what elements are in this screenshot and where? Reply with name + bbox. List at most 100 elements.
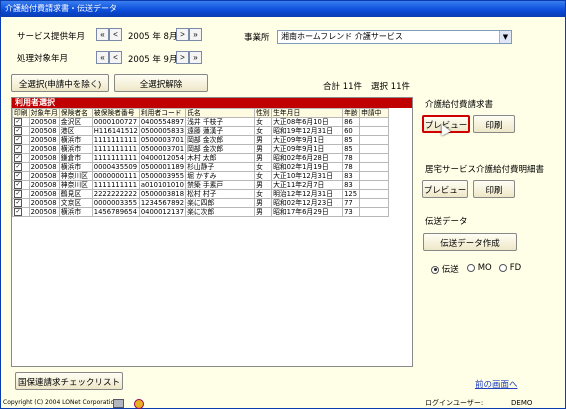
print-checkbox-cell[interactable]: ✓ (12, 198, 30, 208)
checkbox-checked-icon[interactable]: ✓ (14, 172, 22, 180)
radio-denso-icon[interactable] (431, 265, 439, 274)
denso-radio-option[interactable]: 伝送 (431, 263, 459, 275)
process-month-next-button[interactable]: > (176, 51, 189, 64)
print-checkbox-cell[interactable]: ✓ (12, 153, 30, 163)
table-row[interactable]: ✓ 200508 港区 H116141512 0500005833 遠藤 蓮漢子女昭和19… (12, 126, 390, 136)
table-cell: 60 (342, 126, 361, 136)
denso-create-button[interactable]: 伝送データ作成 (423, 233, 517, 251)
window-title: 介護給付費請求書・伝送データ (1, 1, 565, 17)
table-cell: 女 (254, 126, 273, 136)
print-checkbox-cell[interactable]: ✓ (12, 180, 30, 190)
print-checkbox-cell[interactable]: ✓ (12, 207, 30, 217)
table-cell: 200508 (28, 153, 60, 163)
table-cell: 85 (342, 135, 361, 145)
table-row[interactable]: ✓ 200508 金沢区 0000100727 0400554897 浅井 千枝子女大正0… (12, 117, 390, 127)
checkbox-checked-icon[interactable]: ✓ (14, 163, 22, 171)
table-cell: 男 (254, 207, 273, 217)
print-checkbox-cell[interactable]: ✓ (12, 162, 30, 172)
office-select[interactable]: 湘南ホームフレンド 介護サービス ▼ (277, 30, 512, 44)
table-cell: 大正11年2月7日 (271, 180, 344, 190)
col-gender: 性別 (254, 108, 273, 118)
table-cell: 女 (254, 189, 273, 199)
table-cell: 200508 (28, 135, 60, 145)
kyotaku-print-button[interactable]: 印刷 (473, 180, 515, 198)
table-row[interactable]: ✓ 200508 鶴見区 2222222222 0500003818 松村 村子女明治12… (12, 189, 390, 199)
table-row[interactable]: ✓ 200508 神奈川区 1111111111 a010101010 禁築 手素戸男大正… (12, 180, 390, 190)
table-cell: 遠藤 蓮漢子 (185, 126, 256, 136)
table-cell: 横浜市 (58, 162, 93, 172)
select-all-button[interactable]: 全選択(申請中を除く) (11, 74, 109, 92)
process-month-value: 2005 年 9月 (128, 55, 178, 65)
service-month-last-button[interactable]: » (189, 28, 202, 41)
radio-mo-icon[interactable] (467, 263, 475, 272)
service-month-first-button[interactable]: « (96, 28, 109, 41)
checkbox-checked-icon[interactable]: ✓ (14, 199, 22, 207)
table-cell: 男 (254, 180, 273, 190)
table-cell: 200508 (28, 126, 60, 136)
table-cell: 0400012137 (138, 207, 187, 217)
table-cell: 78 (342, 153, 361, 163)
table-cell: 0500003818 (138, 189, 187, 199)
table-row[interactable]: ✓ 200508 横浜市 1456789654 0400012137 楽に次郎男昭和17年… (12, 207, 390, 217)
table-cell: 1111111111 (91, 144, 140, 154)
table-cell: 松村 村子 (185, 189, 256, 199)
print-checkbox-cell[interactable]: ✓ (12, 189, 30, 199)
radio-fd-icon[interactable] (499, 263, 507, 272)
checkbox-checked-icon[interactable]: ✓ (14, 145, 22, 153)
chevron-down-icon[interactable]: ▼ (499, 31, 511, 43)
kaigo-print-button[interactable]: 印刷 (473, 115, 515, 133)
checkbox-checked-icon[interactable]: ✓ (14, 190, 22, 198)
checkbox-checked-icon[interactable]: ✓ (14, 118, 22, 126)
kyotaku-section-title: 居宅サービス介護給付費明細書 (425, 165, 545, 175)
print-checkbox-cell[interactable]: ✓ (12, 144, 30, 154)
checkbox-checked-icon[interactable]: ✓ (14, 181, 22, 189)
print-checkbox-cell[interactable]: ✓ (12, 117, 30, 127)
table-cell: 文京区 (58, 198, 93, 208)
fd-radio-option[interactable]: FD (499, 263, 521, 273)
kokuho-checklist-button[interactable]: 国保連請求チェックリスト (15, 372, 123, 390)
back-link[interactable]: 前の画面へ (475, 378, 518, 390)
process-month-prev-button[interactable]: < (109, 51, 122, 64)
table-row[interactable]: ✓ 200508 神奈川区 0000000111 0500003955 堀 かすみ女大正1… (12, 171, 390, 181)
table-cell (359, 135, 390, 145)
table-cell (359, 198, 390, 208)
table-cell: 女 (254, 117, 273, 127)
deselect-all-button[interactable]: 全選択解除 (114, 74, 208, 92)
table-row[interactable]: ✓ 200508 文京区 0000003355 1234567892 楽に四郎男昭和02年… (12, 198, 390, 208)
pencil-icon (113, 399, 124, 408)
table-cell: 明治12年12月31日 (271, 189, 344, 199)
checkbox-checked-icon[interactable]: ✓ (14, 136, 22, 144)
table-row[interactable]: ✓ 200508 横浜市 1111111111 0500003701 岡部 金次郎男大正0… (12, 144, 390, 154)
print-checkbox-cell[interactable]: ✓ (12, 126, 30, 136)
service-month-next-button[interactable]: > (176, 28, 189, 41)
checkbox-checked-icon[interactable]: ✓ (14, 154, 22, 162)
print-checkbox-cell[interactable]: ✓ (12, 171, 30, 181)
print-checkbox-cell[interactable]: ✓ (12, 135, 30, 145)
table-cell: 岡部 金次郎 (185, 135, 256, 145)
table-cell: 78 (342, 162, 361, 172)
status-icon (134, 399, 144, 409)
mo-radio-option[interactable]: MO (467, 263, 492, 273)
table-cell: 0000003355 (91, 198, 140, 208)
table-row[interactable]: ✓ 200508 横浜市 0000435509 0500001189 杉山静子女昭和02年… (12, 162, 390, 172)
table-cell: 女 (254, 162, 273, 172)
process-month-last-button[interactable]: » (189, 51, 202, 64)
main-window: 介護給付費請求書・伝送データ サービス提供年月 « < 2005 年 8月 > … (0, 0, 566, 409)
service-month-prev-button[interactable]: < (109, 28, 122, 41)
checkbox-checked-icon[interactable]: ✓ (14, 127, 22, 135)
checkbox-checked-icon[interactable]: ✓ (14, 208, 22, 216)
table-cell: 金沢区 (58, 117, 93, 127)
table-cell: 鶴見区 (58, 189, 93, 199)
table-cell: 昭和02年12月23日 (271, 198, 344, 208)
table-cell: 大正09年9月1日 (271, 135, 344, 145)
process-month-first-button[interactable]: « (96, 51, 109, 64)
table-row[interactable]: ✓ 200508 横浜市 1111111111 0500003701 岡部 金次郎男大正0… (12, 135, 390, 145)
kyotaku-preview-button[interactable]: プレビュー (422, 180, 468, 198)
table-cell: 男 (254, 153, 273, 163)
radio-fd-label: FD (509, 263, 522, 273)
user-table: 印刷 対象年月 保険者名 被保険者番号 利用者コード 氏名 性別 生年月日 年齢… (12, 108, 390, 217)
table-cell: 大正09年9月1日 (271, 144, 344, 154)
table-cell: 200508 (28, 198, 60, 208)
table-cell: 200508 (28, 180, 60, 190)
table-row[interactable]: ✓ 200508 鎌倉市 1111111111 0400012054 木村 太郎男昭和02… (12, 153, 390, 163)
